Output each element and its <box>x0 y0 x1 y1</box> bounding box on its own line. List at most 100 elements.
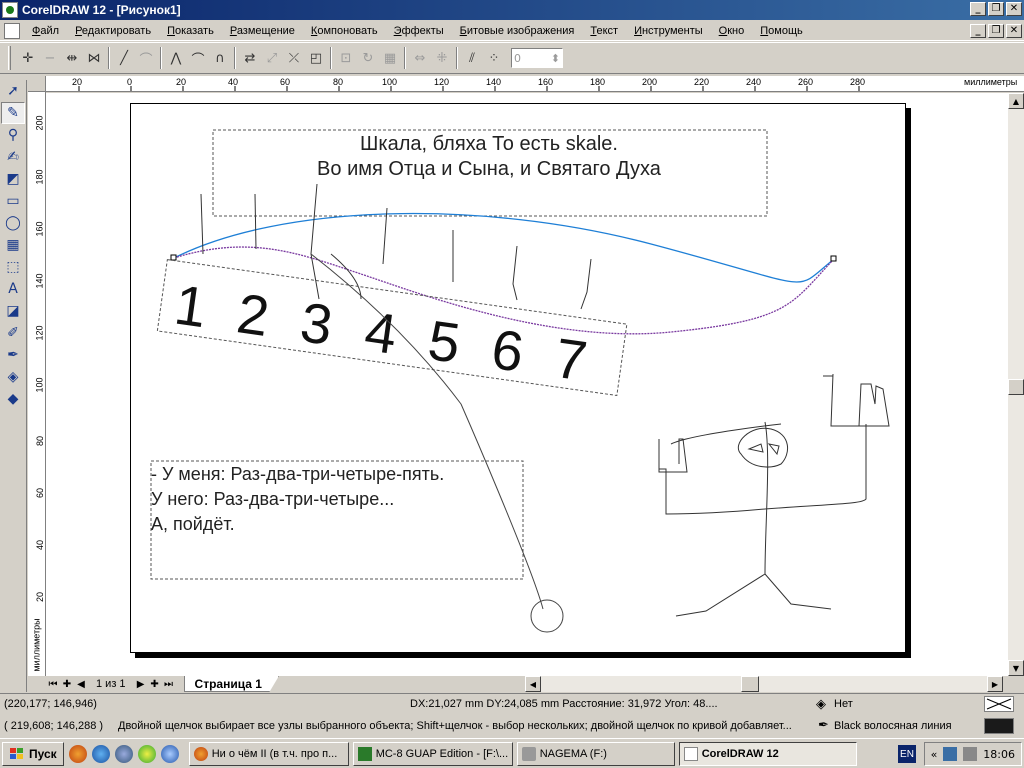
digit-4[interactable]: 4 <box>361 299 401 366</box>
pendulum-circle[interactable] <box>530 599 564 633</box>
task-coreldraw[interactable]: CorelDRAW 12 <box>678 741 857 766</box>
spin-arrows-icon[interactable]: ⬍ <box>551 52 560 65</box>
toolbar-grip[interactable] <box>8 46 11 70</box>
menu-layout[interactable]: Размещение <box>222 25 303 37</box>
rotate-nodes-icon[interactable]: ↻ <box>357 47 379 69</box>
text-tool-icon[interactable]: A <box>1 278 25 300</box>
digits-group[interactable]: 1 2 3 4 5 6 7 <box>156 259 628 398</box>
upper-blue-curve[interactable] <box>173 212 835 283</box>
outline-color-swatch[interactable] <box>984 718 1014 734</box>
body-line-3[interactable]: А, пойдёт. <box>151 514 235 534</box>
vertical-scroll-thumb[interactable] <box>1008 379 1024 395</box>
task-firefox[interactable]: Ни о чём II (в т.ч. про п... <box>188 741 349 766</box>
add-node-icon[interactable]: ✛ <box>17 47 39 69</box>
digit-5[interactable]: 5 <box>424 308 464 375</box>
prev-page-icon[interactable]: ◀ <box>74 677 88 691</box>
next-page-icon[interactable]: ▶ <box>134 677 148 691</box>
reverse-direction-icon[interactable]: ⇄ <box>239 47 261 69</box>
stick-figure[interactable] <box>658 373 890 617</box>
firefox-quicklaunch-icon[interactable] <box>68 744 87 763</box>
body-line-2[interactable]: У него: Раз-два-три-четыре... <box>151 489 394 509</box>
freehand-tool-icon[interactable]: ✍ <box>1 146 25 168</box>
menu-effects[interactable]: Эффекты <box>386 25 452 37</box>
title-bar[interactable]: CorelDRAW 12 - [Рисунок1] _ ❐ ✕ <box>0 0 1024 20</box>
symmetrical-node-icon[interactable]: ∩ <box>209 47 231 69</box>
curve-smoothness-icon[interactable]: ⁘ <box>483 47 505 69</box>
extract-subpath-icon[interactable]: ⤫ <box>283 47 305 69</box>
digit-3[interactable]: 3 <box>297 290 337 357</box>
doc-close-button[interactable]: ✕ <box>1006 24 1022 38</box>
digit-6[interactable]: 6 <box>488 317 528 384</box>
header-line-2[interactable]: Во имя Отца и Сына, и Святаго Духа <box>317 158 662 180</box>
vertical-scrollbar[interactable]: ▲ ▼ <box>1008 93 1024 676</box>
align-nodes-icon[interactable]: ▦ <box>379 47 401 69</box>
start-button[interactable]: Пуск <box>2 741 64 766</box>
network-tray-icon[interactable] <box>943 747 958 761</box>
first-page-icon[interactable]: ⏮ <box>46 677 60 691</box>
task-mc8[interactable]: MC-8 GUAP Edition - [F:\... <box>352 741 513 766</box>
pick-tool-icon[interactable]: ➚ <box>1 80 25 102</box>
explorer-quicklaunch-icon[interactable] <box>114 744 133 763</box>
scroll-right-icon[interactable]: ▶ <box>986 676 1003 692</box>
menu-window[interactable]: Окно <box>711 25 753 37</box>
curve-node-start[interactable] <box>170 254 177 261</box>
interactive-blend-tool-icon[interactable]: ◪ <box>1 300 25 322</box>
ie-quicklaunch-icon[interactable] <box>91 744 110 763</box>
ellipse-tool-icon[interactable]: ◯ <box>1 212 25 234</box>
app-quicklaunch-icon[interactable] <box>160 744 179 763</box>
menu-arrange[interactable]: Компоновать <box>303 25 386 37</box>
volume-tray-icon[interactable] <box>963 747 978 761</box>
page-tab-1[interactable]: Страница 1 <box>183 676 279 692</box>
restore-button[interactable]: ❐ <box>988 2 1004 16</box>
add-page-before-icon[interactable]: ✚ <box>60 677 74 691</box>
menu-file[interactable]: Файл <box>24 25 67 37</box>
shape-tool-icon[interactable]: ✎ <box>1 102 25 124</box>
scroll-down-icon[interactable]: ▼ <box>1008 660 1024 676</box>
curve-smoothness-input[interactable]: 0 ⬍ <box>511 48 563 68</box>
menu-bitmaps[interactable]: Битовые изображения <box>452 25 583 37</box>
drawing-canvas[interactable]: Шкала, бляха То есть skale. Во имя Отца … <box>46 93 1008 676</box>
doc-restore-button[interactable]: ❐ <box>988 24 1004 38</box>
menu-help[interactable]: Помощь <box>752 25 811 37</box>
clock[interactable]: 18:06 <box>983 748 1015 761</box>
menu-tools[interactable]: Инструменты <box>626 25 711 37</box>
media-player-quicklaunch-icon[interactable] <box>137 744 156 763</box>
horizontal-scrollbar[interactable]: ◀ ▶ <box>524 676 1003 692</box>
doc-minimize-button[interactable]: _ <box>970 24 986 38</box>
ruler-origin[interactable] <box>28 76 46 92</box>
outline-tool-icon[interactable]: ✒ <box>1 344 25 366</box>
language-indicator[interactable]: EN <box>898 745 916 763</box>
document-icon[interactable] <box>4 22 20 39</box>
eyedropper-tool-icon[interactable]: ✐ <box>1 322 25 344</box>
digit-1[interactable]: 1 <box>171 272 211 339</box>
auto-close-icon[interactable]: ◰ <box>305 47 327 69</box>
close-button[interactable]: ✕ <box>1006 2 1022 16</box>
fill-swatch-none[interactable] <box>984 696 1014 712</box>
body-line-1[interactable]: - У меня: Раз-два-три-четыре-пять. <box>151 464 444 484</box>
stretch-nodes-icon[interactable]: ⊡ <box>335 47 357 69</box>
menu-edit[interactable]: Редактировать <box>67 25 159 37</box>
scroll-up-icon[interactable]: ▲ <box>1008 93 1024 109</box>
cusp-node-icon[interactable]: ⋀ <box>165 47 187 69</box>
scroll-left-icon[interactable]: ◀ <box>524 676 541 692</box>
drawing-page[interactable]: Шкала, бляха То есть skale. Во имя Отца … <box>130 103 906 653</box>
zoom-tool-icon[interactable]: ⚲ <box>1 124 25 146</box>
fill-bucket-icon[interactable]: ◈ <box>816 696 826 712</box>
rectangle-tool-icon[interactable]: ▭ <box>1 190 25 212</box>
reduce-nodes-icon[interactable]: ⫽ <box>461 47 483 69</box>
select-all-nodes-icon[interactable]: ⁜ <box>431 47 453 69</box>
digit-7[interactable]: 7 <box>551 326 591 393</box>
interactive-fill-tool-icon[interactable]: ◆ <box>1 388 25 410</box>
basic-shapes-tool-icon[interactable]: ⬚ <box>1 256 25 278</box>
convert-to-curve-icon[interactable]: ⌒ <box>135 47 157 69</box>
delete-node-icon[interactable]: − <box>39 47 61 69</box>
smooth-node-icon[interactable]: ⌒ <box>187 47 209 69</box>
menu-text[interactable]: Текст <box>582 25 626 37</box>
elastic-mode-icon[interactable]: ⇔ <box>409 47 431 69</box>
vertical-ruler[interactable]: 200 180 160 140 120 100 80 60 40 20 милл… <box>28 92 46 676</box>
graph-paper-tool-icon[interactable]: ▦ <box>1 234 25 256</box>
coreldraw-app-icon[interactable] <box>2 2 18 18</box>
last-page-icon[interactable]: ⏭ <box>162 677 176 691</box>
convert-to-line-icon[interactable]: ╱ <box>113 47 135 69</box>
curve-node-end[interactable] <box>830 255 837 262</box>
